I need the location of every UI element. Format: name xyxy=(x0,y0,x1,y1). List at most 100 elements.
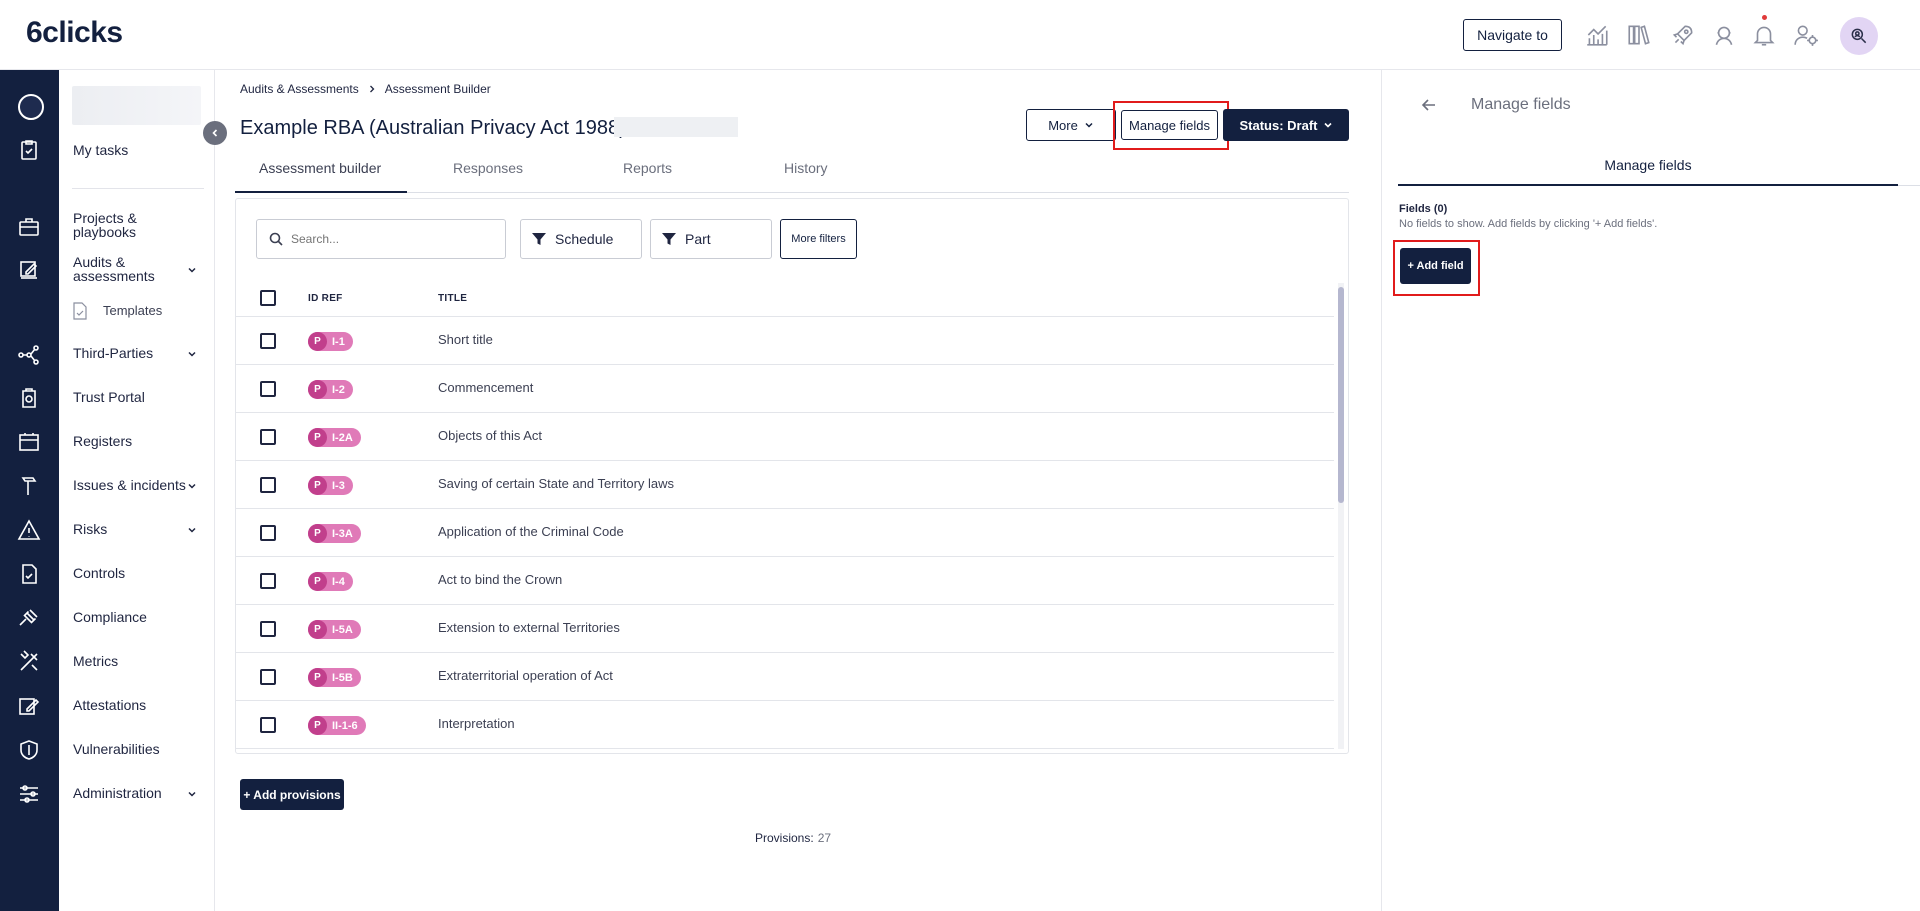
row-checkbox[interactable] xyxy=(260,381,276,397)
menu-metrics[interactable]: Metrics xyxy=(73,654,118,668)
menu-registers[interactable]: Registers xyxy=(73,434,132,448)
controls-icon[interactable] xyxy=(17,562,41,586)
more-filters-button[interactable]: More filters xyxy=(780,219,857,259)
more-button[interactable]: More xyxy=(1026,109,1116,141)
registers-icon[interactable] xyxy=(17,430,41,454)
schedule-filter[interactable]: Schedule xyxy=(520,219,642,259)
menu-projects[interactable]: Projects & playbooks xyxy=(73,211,173,239)
bell-icon[interactable] xyxy=(1751,22,1777,48)
row-checkbox[interactable] xyxy=(260,429,276,445)
table-row[interactable]: P I-4 Act to bind the Crown xyxy=(236,557,1334,605)
table-row[interactable]: P I-1 Short title xyxy=(236,317,1334,365)
id-ref-badge[interactable]: P I-4 xyxy=(308,572,353,591)
status-button[interactable]: Status: Draft xyxy=(1223,109,1349,141)
add-provisions-button[interactable]: + Add provisions xyxy=(240,779,344,810)
scrollbar-thumb[interactable] xyxy=(1338,287,1344,503)
collapse-menu-button[interactable] xyxy=(203,121,227,145)
table-row[interactable]: P II-1-6 Interpretation xyxy=(236,701,1334,749)
tab-reports[interactable]: Reports xyxy=(623,160,672,176)
chevron-down-icon[interactable] xyxy=(186,264,198,276)
shield-icon[interactable] xyxy=(17,738,41,762)
id-ref-badge[interactable]: P I-2 xyxy=(308,380,353,399)
briefcase-icon[interactable] xyxy=(17,215,41,239)
attestations-icon[interactable] xyxy=(17,694,41,718)
row-checkbox[interactable] xyxy=(260,717,276,733)
select-all-checkbox[interactable] xyxy=(260,290,276,306)
chevron-down-icon[interactable] xyxy=(186,788,198,800)
row-title[interactable]: Extraterritorial operation of Act xyxy=(438,668,613,683)
menu-audits[interactable]: Audits & assessments xyxy=(73,255,173,283)
table-row[interactable]: P I-5A Extension to external Territories xyxy=(236,605,1334,653)
id-ref-badge[interactable]: P I-3 xyxy=(308,476,353,495)
row-title[interactable]: Act to bind the Crown xyxy=(438,572,562,587)
library-icon[interactable] xyxy=(1626,22,1652,48)
menu-vulnerabilities[interactable]: Vulnerabilities xyxy=(73,742,160,756)
menu-compliance[interactable]: Compliance xyxy=(73,610,147,624)
search-box[interactable] xyxy=(256,219,506,259)
id-ref-badge[interactable]: P I-1 xyxy=(308,332,353,351)
tab-history[interactable]: History xyxy=(784,160,828,176)
part-filter[interactable]: Part xyxy=(650,219,772,259)
row-title[interactable]: Short title xyxy=(438,332,493,347)
row-checkbox[interactable] xyxy=(260,477,276,493)
row-title[interactable]: Extension to external Territories xyxy=(438,620,620,635)
user-avatar[interactable] xyxy=(1840,17,1878,55)
row-title[interactable]: Objects of this Act xyxy=(438,428,542,443)
chevron-down-icon[interactable] xyxy=(186,348,198,360)
row-title[interactable]: Interpretation xyxy=(438,716,515,731)
support-agent-icon[interactable] xyxy=(1711,22,1737,48)
row-checkbox[interactable] xyxy=(260,333,276,349)
id-ref-badge[interactable]: P I-5B xyxy=(308,668,361,687)
sliders-icon[interactable] xyxy=(17,782,41,806)
row-checkbox[interactable] xyxy=(260,573,276,589)
chevron-down-icon[interactable] xyxy=(186,524,198,536)
row-checkbox[interactable] xyxy=(260,669,276,685)
row-title[interactable]: Application of the Criminal Code xyxy=(438,524,624,539)
app-logo[interactable]: 6clicks xyxy=(26,16,123,50)
gavel-icon[interactable] xyxy=(17,606,41,630)
row-checkbox[interactable] xyxy=(260,621,276,637)
edit-icon[interactable] xyxy=(17,258,41,282)
menu-administration[interactable]: Administration xyxy=(73,786,162,800)
row-title[interactable]: Saving of certain State and Territory la… xyxy=(438,476,674,491)
table-row[interactable]: P I-5B Extraterritorial operation of Act xyxy=(236,653,1334,701)
table-row[interactable]: P I-2A Objects of this Act xyxy=(236,413,1334,461)
menu-my-tasks[interactable]: My tasks xyxy=(73,143,128,157)
warning-icon[interactable] xyxy=(17,518,41,542)
menu-issues[interactable]: Issues & incidents xyxy=(73,478,186,492)
column-title[interactable]: TITLE xyxy=(438,293,467,304)
breadcrumb-root[interactable]: Audits & Assessments xyxy=(240,82,359,96)
menu-templates[interactable]: Templates xyxy=(103,304,162,318)
id-ref-badge[interactable]: P I-3A xyxy=(308,524,361,543)
tools-icon[interactable] xyxy=(17,650,41,674)
analytics-icon[interactable] xyxy=(1584,22,1610,48)
row-title[interactable]: Commencement xyxy=(438,380,533,395)
hammer-icon[interactable] xyxy=(17,474,41,498)
back-arrow-icon[interactable] xyxy=(1420,96,1438,114)
org-switcher[interactable] xyxy=(18,94,44,120)
chevron-down-icon[interactable] xyxy=(186,480,198,492)
id-ref-badge[interactable]: P I-2A xyxy=(308,428,361,447)
menu-trust-portal[interactable]: Trust Portal xyxy=(73,390,145,404)
trust-portal-icon[interactable] xyxy=(17,387,41,411)
tab-assessment-builder[interactable]: Assessment builder xyxy=(259,160,381,176)
tab-responses[interactable]: Responses xyxy=(453,160,523,176)
menu-third-parties[interactable]: Third-Parties xyxy=(73,346,153,360)
navigate-to-button[interactable]: Navigate to xyxy=(1463,19,1562,51)
menu-attestations[interactable]: Attestations xyxy=(73,698,146,712)
table-row[interactable]: P I-3 Saving of certain State and Territor… xyxy=(236,461,1334,509)
id-ref-badge[interactable]: P II-1-6 xyxy=(308,716,366,735)
rocket-icon[interactable] xyxy=(1670,22,1696,48)
menu-risks[interactable]: Risks xyxy=(73,522,107,536)
menu-controls[interactable]: Controls xyxy=(73,566,125,580)
table-row[interactable]: P I-3A Application of the Criminal Code xyxy=(236,509,1334,557)
id-ref-badge[interactable]: P I-5A xyxy=(308,620,361,639)
user-settings-icon[interactable] xyxy=(1793,22,1819,48)
panel-tab-manage-fields[interactable]: Manage fields xyxy=(1398,150,1898,186)
column-id-ref[interactable]: ID REF xyxy=(308,293,343,304)
network-icon[interactable] xyxy=(17,343,41,367)
tasks-icon[interactable] xyxy=(17,138,41,162)
row-checkbox[interactable] xyxy=(260,525,276,541)
search-input[interactable] xyxy=(291,232,491,246)
table-row[interactable]: P I-2 Commencement xyxy=(236,365,1334,413)
